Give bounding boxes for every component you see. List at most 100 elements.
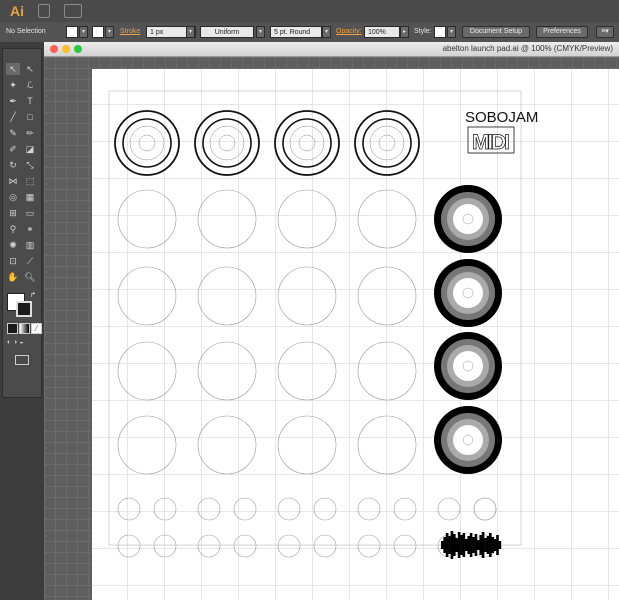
side-disc-center: [453, 425, 483, 455]
preferences-button[interactable]: Preferences: [536, 26, 588, 38]
eyedropper-tool-icon[interactable]: ⚲: [6, 223, 20, 235]
logo-text: SOBOJAM: [465, 109, 538, 126]
zoom-window-button[interactable]: [74, 45, 82, 53]
small-button: [117, 534, 141, 558]
symbol-sprayer-tool-icon[interactable]: ✺: [6, 239, 20, 251]
small-button: [277, 534, 301, 558]
hand-tool-icon[interactable]: ✋: [6, 271, 20, 283]
pad-circle: [197, 341, 257, 401]
lasso-tool-icon[interactable]: ℒ: [23, 79, 37, 91]
pad-circle: [277, 266, 337, 326]
line-tool-icon[interactable]: ╱: [6, 111, 20, 123]
perspective-grid-tool-icon[interactable]: ▦: [23, 191, 37, 203]
tools-grid: ↖ ↖ ✦ ℒ ✒ T ╱ □ ✎ ✏ ✐ ◪ ↻ ⤡ ⋈ ⬚ ◎ ▦ ⊞ ▭ …: [2, 48, 42, 398]
small-button: [153, 497, 177, 521]
scale-tool-icon[interactable]: ⤡: [23, 159, 37, 171]
rotate-tool-icon[interactable]: ↻: [6, 159, 20, 171]
opacity-dropdown[interactable]: ▸: [400, 26, 409, 38]
rectangle-tool-icon[interactable]: □: [23, 111, 37, 123]
stroke-dropdown[interactable]: ▾: [105, 26, 114, 38]
knob-outer-ring: [354, 110, 420, 176]
stroke-color-swatch[interactable]: [16, 301, 32, 317]
column-graph-tool-icon[interactable]: ▥: [23, 239, 37, 251]
waveform-bar: [457, 532, 461, 558]
direct-selection-tool-icon[interactable]: ↖: [23, 63, 37, 75]
document-setup-button[interactable]: Document Setup: [462, 26, 530, 38]
shape-builder-tool-icon[interactable]: ◎: [6, 191, 20, 203]
small-button: [233, 534, 257, 558]
color-mode-gradient-icon[interactable]: [19, 323, 30, 334]
variable-width-profile[interactable]: Uniform: [200, 26, 254, 38]
profile-dropdown[interactable]: ▾: [256, 26, 265, 38]
small-button: [393, 497, 417, 521]
pad-circle: [357, 415, 417, 475]
color-mode-color-icon[interactable]: [7, 323, 18, 334]
waveform-bar: [477, 540, 480, 550]
screen-mode-icon[interactable]: [15, 355, 29, 365]
mesh-tool-icon[interactable]: ⊞: [6, 207, 20, 219]
zoom-tool-icon[interactable]: 🔍︎: [23, 271, 37, 283]
small-button-grid: [117, 497, 497, 558]
control-bar: No Selection ▾ ▾ Stroke 1 px ▾ Uniform ▾…: [0, 22, 619, 43]
width-tool-icon[interactable]: ⋈: [6, 175, 20, 187]
knob-guide-ring: [209, 125, 245, 161]
brush-dropdown[interactable]: ▾: [322, 26, 331, 38]
small-button: [357, 534, 381, 558]
pad-circle: [117, 266, 177, 326]
stroke-link[interactable]: Stroke: [120, 28, 140, 35]
stroke-weight-dropdown[interactable]: ▾: [186, 26, 195, 38]
slice-tool-icon[interactable]: ⟋: [23, 255, 37, 267]
pad-circle: [357, 189, 417, 249]
swap-colors-icon[interactable]: ↱: [30, 291, 36, 299]
gradient-tool-icon[interactable]: ▭: [23, 207, 37, 219]
paintbrush-tool-icon[interactable]: ✎: [6, 127, 20, 139]
small-button: [153, 534, 177, 558]
magic-wand-tool-icon[interactable]: ✦: [6, 79, 20, 91]
small-button: [313, 534, 337, 558]
style-label: Style:: [414, 28, 432, 35]
knob-outer-ring: [114, 110, 180, 176]
draw-mode-icon[interactable]: ◐ ◑ ◒: [7, 339, 37, 348]
brush-definition[interactable]: 5 pt. Round: [270, 26, 322, 38]
small-button: [277, 497, 301, 521]
waveform-bar: [448, 536, 451, 554]
color-mode-none-icon[interactable]: ⁄: [31, 323, 42, 334]
waveform-bar: [498, 541, 502, 549]
fill-dropdown[interactable]: ▾: [79, 26, 88, 38]
blend-tool-icon[interactable]: ⚭: [23, 223, 37, 235]
style-dropdown[interactable]: ▾: [447, 26, 456, 38]
fill-swatch[interactable]: [66, 26, 78, 38]
side-button-column: [434, 185, 502, 474]
opacity-field[interactable]: 100%: [364, 26, 400, 38]
document-titlebar: abelton launch pad.ai @ 100% (CMYK/Previ…: [44, 42, 619, 57]
canvas[interactable]: SOBOJAM MIDI: [44, 57, 619, 600]
knob-outer-ring: [274, 110, 340, 176]
waveform-bar: [460, 535, 463, 555]
knob-guide-ring: [369, 125, 405, 161]
artboard-tool-icon[interactable]: ⊡: [6, 255, 20, 267]
stroke-swatch[interactable]: [92, 26, 104, 38]
close-window-button[interactable]: [50, 45, 58, 53]
knob-center: [218, 134, 236, 152]
type-tool-icon[interactable]: T: [23, 95, 37, 107]
eraser-tool-icon[interactable]: ◪: [23, 143, 37, 155]
style-swatch[interactable]: [434, 26, 446, 38]
blob-brush-tool-icon[interactable]: ✐: [6, 143, 20, 155]
pen-tool-icon[interactable]: ✒: [6, 95, 20, 107]
panel-menu-icon[interactable]: ≡▾: [596, 26, 614, 38]
opacity-link[interactable]: Opacity:: [336, 28, 362, 35]
pad-circle: [277, 189, 337, 249]
minimize-window-button[interactable]: [62, 45, 70, 53]
pencil-tool-icon[interactable]: ✏: [23, 127, 37, 139]
small-button: [197, 534, 221, 558]
waveform-bar: [465, 539, 468, 551]
bridge-icon[interactable]: [38, 4, 50, 18]
artboard[interactable]: SOBOJAM MIDI: [92, 69, 619, 600]
knob-guide-ring: [289, 125, 325, 161]
waveform-bar: [484, 538, 487, 552]
arrange-documents-icon[interactable]: [64, 4, 82, 18]
app-menubar: Ai: [0, 0, 619, 23]
selection-tool-icon[interactable]: ↖: [6, 63, 20, 75]
free-transform-tool-icon[interactable]: ⬚: [23, 175, 37, 187]
document-title: abelton launch pad.ai @ 100% (CMYK/Previ…: [442, 44, 613, 53]
